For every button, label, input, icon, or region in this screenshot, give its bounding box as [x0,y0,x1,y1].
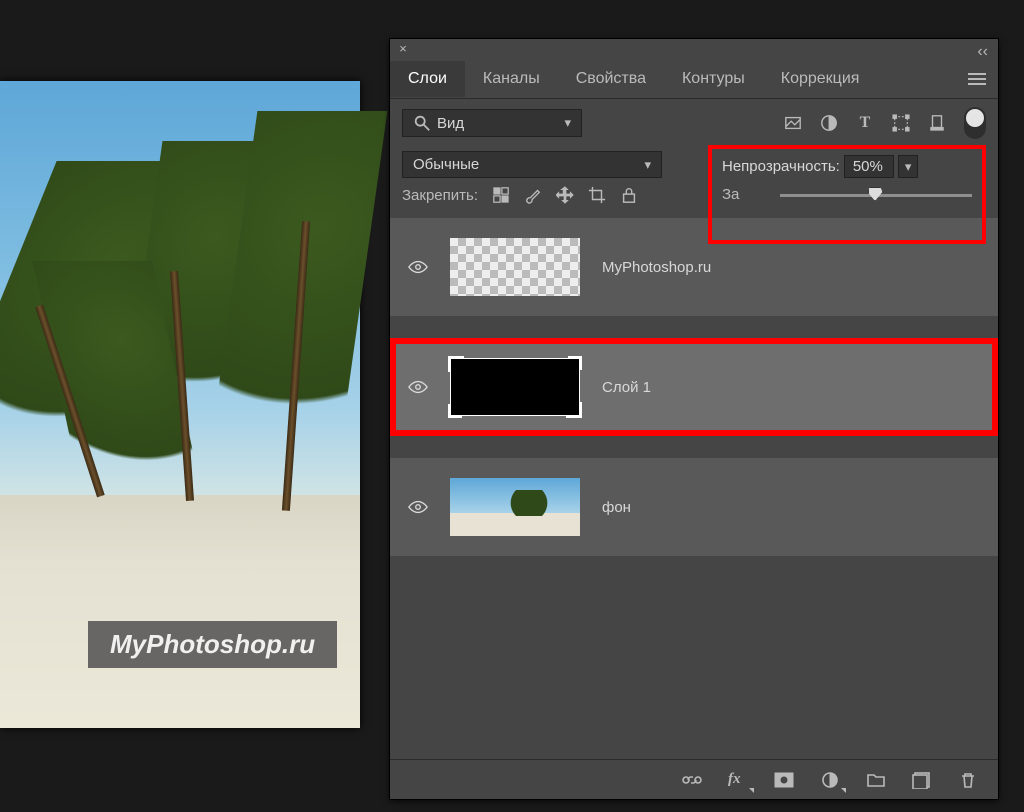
panel-menu-icon[interactable] [968,73,986,85]
canvas-sand [0,495,360,728]
lock-label: Закрепить: [402,187,478,204]
visibility-icon[interactable] [408,500,428,514]
slider-thumb[interactable] [868,187,883,201]
transform-icon[interactable] [892,114,910,132]
group-icon[interactable] [866,771,886,789]
fx-icon[interactable]: fx [728,771,748,789]
layer-name[interactable]: фон [602,499,631,516]
layer-thumbnail[interactable] [450,358,580,416]
blend-mode-value: Обычные [413,156,479,173]
layer-list: MyPhotoshop.ru Слой 1 фон [390,218,998,556]
tab-channels[interactable]: Каналы [465,61,558,97]
pixels-lock-icon[interactable] [492,186,510,204]
adjustment-icon[interactable] [820,771,840,789]
panel-tabs: Слои Каналы Свойства Контуры Коррекция [390,59,998,99]
panel-footer: fx [390,759,998,799]
layer-row[interactable]: Слой 1 [390,338,998,436]
tab-properties[interactable]: Свойства [558,61,664,97]
layer-name[interactable]: Слой 1 [602,379,651,396]
canvas-watermark: MyPhotoshop.ru [88,621,337,668]
mask-icon[interactable] [774,771,794,789]
layer-thumbnail[interactable] [450,238,580,296]
opacity-slider[interactable]: За [722,186,972,204]
image-filter-icon[interactable] [784,114,802,132]
layer-filter-dropdown[interactable]: Вид [402,109,582,137]
tab-adjust[interactable]: Коррекция [763,61,878,97]
filter-label: Вид [437,115,464,132]
fill-label-truncated: За [722,186,739,203]
layer-name[interactable]: MyPhotoshop.ru [602,259,711,276]
new-layer-icon[interactable] [912,771,932,789]
layers-panel: × ‹‹ Слои Каналы Свойства Контуры Коррек… [389,38,999,800]
lock-icon[interactable] [620,186,638,204]
layer-thumbnail[interactable] [450,478,580,536]
visibility-icon[interactable] [408,380,428,394]
blend-row: Обычные Непрозрачность: 50% За [390,147,998,180]
filter-row: Вид T [390,99,998,147]
link-icon[interactable] [682,771,702,789]
close-icon[interactable]: × [396,42,410,56]
mask-circle-icon[interactable] [820,114,838,132]
tab-paths[interactable]: Контуры [664,61,763,97]
visibility-icon[interactable] [408,260,428,274]
text-icon[interactable]: T [856,114,874,132]
magnifier-icon [413,114,431,132]
artboard-icon[interactable] [928,114,946,132]
trash-icon[interactable] [958,771,978,789]
tab-layers[interactable]: Слои [390,61,465,97]
filter-toggle[interactable] [964,107,986,139]
filter-icons: T [784,107,986,139]
opacity-dropdown-icon[interactable] [898,155,919,178]
brush-icon[interactable] [524,186,542,204]
layer-row[interactable]: фон [390,458,998,556]
opacity-value[interactable]: 50% [844,155,894,178]
panel-header: × ‹‹ [390,39,998,59]
blend-mode-dropdown[interactable]: Обычные [402,151,662,178]
move-icon[interactable] [556,186,574,204]
opacity-label: Непрозрачность: [722,158,840,175]
collapse-icon[interactable]: ‹‹ [977,43,988,61]
crop-icon[interactable] [588,186,606,204]
opacity-highlight-box: Непрозрачность: 50% За [708,145,986,244]
document-canvas[interactable]: MyPhotoshop.ru [0,81,360,728]
